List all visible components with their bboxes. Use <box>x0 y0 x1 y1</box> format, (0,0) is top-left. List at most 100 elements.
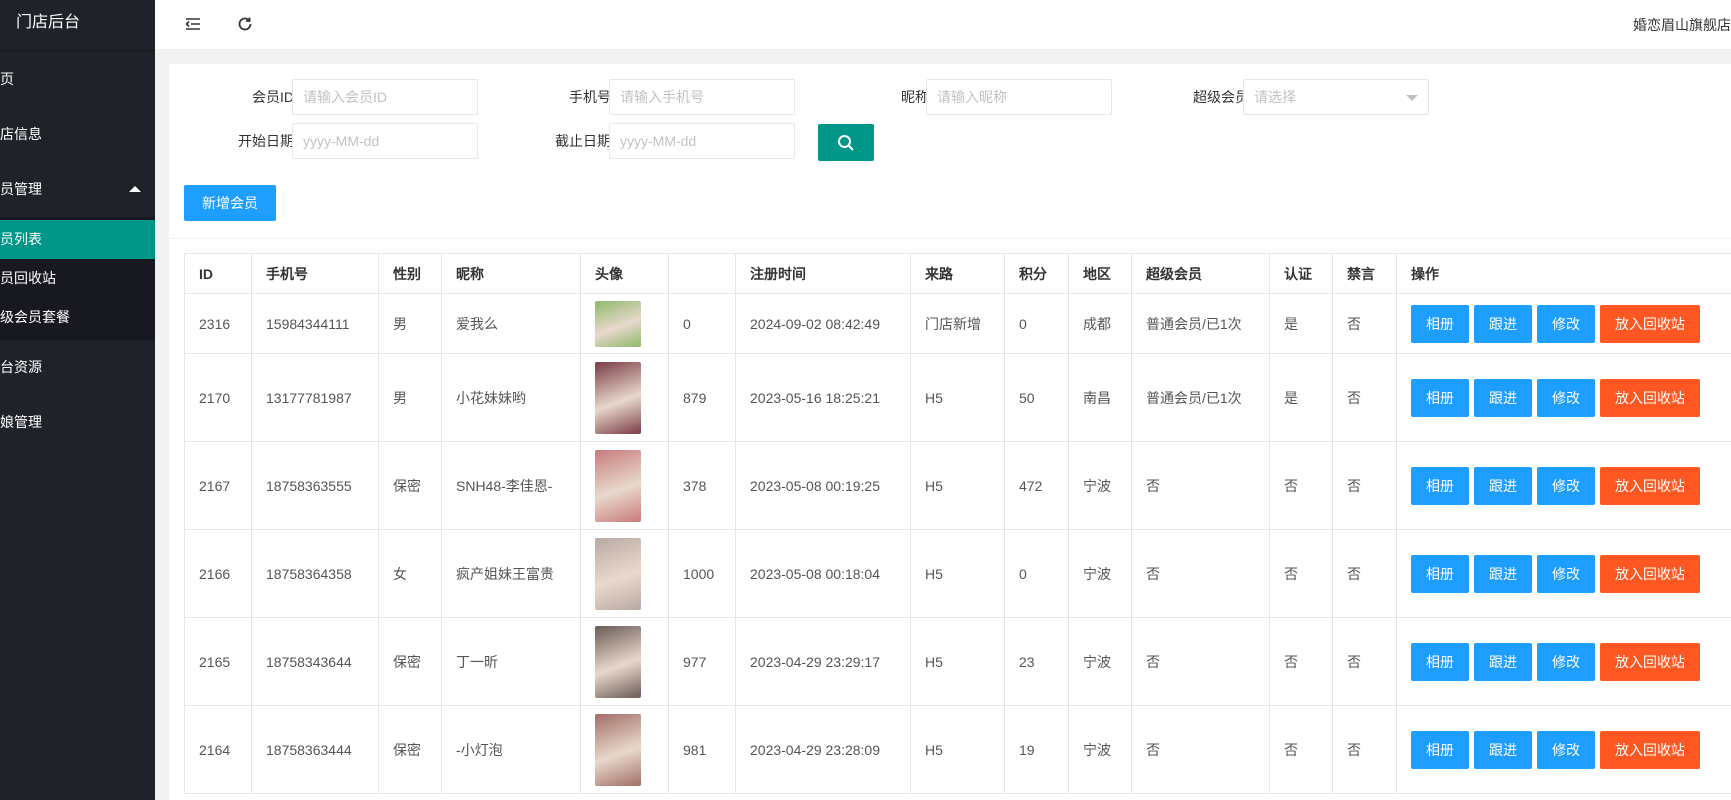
sidebar-item-member-management[interactable]: 员管理 <box>0 162 155 217</box>
move-to-recycle-button[interactable]: 放入回收站 <box>1600 554 1700 593</box>
cell-verified: 否 <box>1269 441 1333 530</box>
album-button[interactable]: 相册 <box>1411 378 1469 417</box>
avatar[interactable] <box>595 361 641 434</box>
sidebar-submenu: 员列表 员回收站 级会员套餐 <box>0 217 155 340</box>
sidebar-item-label: 店信息 <box>0 126 42 142</box>
end-date-input[interactable] <box>609 123 795 159</box>
sidebar-subitem-member-list[interactable]: 员列表 <box>0 220 155 259</box>
move-to-recycle-button[interactable]: 放入回收站 <box>1600 730 1700 769</box>
table-row: 2165 18758343644 保密 丁一昕 977 2023-04-29 23:29:… <box>184 617 1731 706</box>
edit-button[interactable]: 修改 <box>1537 378 1595 417</box>
caret-up-icon <box>129 186 141 192</box>
cell-source: H5 <box>910 617 1005 706</box>
shop-name[interactable]: 婚恋眉山旗舰店 <box>1633 15 1731 35</box>
col-header-number <box>668 253 736 294</box>
edit-button[interactable]: 修改 <box>1537 466 1595 505</box>
cell-source: H5 <box>910 441 1005 530</box>
cell-id: 2170 <box>184 353 252 442</box>
album-button[interactable]: 相册 <box>1411 466 1469 505</box>
sidebar-item-matchmaker-management[interactable]: 娘管理 <box>0 395 155 450</box>
cell-avatar <box>580 441 669 530</box>
vip-label: 超级会员 <box>1193 89 1249 105</box>
follow-up-button[interactable]: 跟进 <box>1474 554 1532 593</box>
album-button[interactable]: 相册 <box>1411 554 1469 593</box>
cell-phone: 18758363555 <box>251 441 379 530</box>
avatar[interactable] <box>595 449 641 522</box>
table-header-row: ID 手机号 性别 昵称 头像 注册时间 来路 积分 地区 超级会员 认证 禁言 操作 <box>184 253 1731 294</box>
col-header-points: 积分 <box>1004 253 1069 294</box>
cell-actions: 相册 跟进 修改 放入回收站 <box>1396 617 1731 706</box>
cell-avatar <box>580 293 669 354</box>
phone-input[interactable] <box>609 79 795 115</box>
refresh-icon[interactable] <box>235 15 255 35</box>
table-row: 2170 13177781987 男小花妹妹哟 879 2023-05-16 18:25… <box>184 353 1731 442</box>
col-header-actions: 操作 <box>1396 253 1731 294</box>
sidebar-item-home[interactable]: 页 <box>0 52 155 107</box>
cell-phone: 15984344111 <box>251 293 379 354</box>
cell-gender: 保密 <box>378 441 442 530</box>
cell-muted: 否 <box>1332 441 1397 530</box>
cell-number: 977 <box>668 617 736 706</box>
sidebar-item-label: 员管理 <box>0 181 42 197</box>
album-button[interactable]: 相册 <box>1411 730 1469 769</box>
member-id-input[interactable] <box>292 79 478 115</box>
cell-muted: 否 <box>1332 529 1397 618</box>
cell-register-time: 2023-04-29 23:29:17 <box>735 617 911 706</box>
end-date-label: 截止日期 <box>555 133 611 149</box>
move-to-recycle-button[interactable]: 放入回收站 <box>1600 466 1700 505</box>
move-to-recycle-button[interactable]: 放入回收站 <box>1600 304 1700 343</box>
cell-points: 472 <box>1004 441 1069 530</box>
sidebar-subitem-label: 员列表 <box>0 231 42 247</box>
sidebar-item-platform-resources[interactable]: 台资源 <box>0 340 155 395</box>
vip-select[interactable]: 请选择 <box>1243 79 1429 115</box>
nickname-input[interactable] <box>926 79 1112 115</box>
cell-vip: 普通会员/已1次 <box>1131 353 1270 442</box>
move-to-recycle-button[interactable]: 放入回收站 <box>1600 378 1700 417</box>
cell-nickname: 疯产姐妹王富贵 <box>441 529 581 618</box>
add-member-button[interactable]: 新增会员 <box>184 185 276 221</box>
cell-region: 宁波 <box>1068 705 1132 794</box>
sidebar-item-store-info[interactable]: 店信息 <box>0 107 155 162</box>
cell-gender: 保密 <box>378 617 442 706</box>
cell-actions: 相册 跟进 修改 放入回收站 <box>1396 353 1731 442</box>
edit-button[interactable]: 修改 <box>1537 730 1595 769</box>
cell-id: 2166 <box>184 529 252 618</box>
edit-button[interactable]: 修改 <box>1537 642 1595 681</box>
move-to-recycle-button[interactable]: 放入回收站 <box>1600 642 1700 681</box>
table-row: 2164 18758363444 保密 -小灯泡 981 2023-04-29 23:28… <box>184 705 1731 794</box>
cell-register-time: 2023-05-08 00:18:04 <box>735 529 911 618</box>
avatar[interactable] <box>595 300 641 347</box>
col-header-muted: 禁言 <box>1332 253 1397 294</box>
start-date-input[interactable] <box>292 123 478 159</box>
cell-phone: 18758364358 <box>251 529 379 618</box>
cell-avatar <box>580 617 669 706</box>
col-header-gender: 性别 <box>378 253 442 294</box>
cell-muted: 否 <box>1332 617 1397 706</box>
cell-register-time: 2023-04-29 23:28:09 <box>735 705 911 794</box>
cell-actions: 相册 跟进 修改 放入回收站 <box>1396 441 1731 530</box>
cell-source: 门店新增 <box>910 293 1005 354</box>
table-row: 2316 15984344111 男爱我么 0 2024-09-02 08:42:49 门… <box>184 293 1731 354</box>
cell-points: 50 <box>1004 353 1069 442</box>
follow-up-button[interactable]: 跟进 <box>1474 378 1532 417</box>
avatar[interactable] <box>595 537 641 610</box>
cell-id: 2164 <box>184 705 252 794</box>
avatar[interactable] <box>595 625 641 698</box>
album-button[interactable]: 相册 <box>1411 642 1469 681</box>
cell-avatar <box>580 529 669 618</box>
edit-button[interactable]: 修改 <box>1537 304 1595 343</box>
cell-vip: 否 <box>1131 529 1270 618</box>
sidebar-subitem-vip-packages[interactable]: 级会员套餐 <box>0 298 155 337</box>
sidebar-subitem-member-recycle[interactable]: 员回收站 <box>0 259 155 298</box>
avatar[interactable] <box>595 713 641 786</box>
sidebar: 门店后台 页 店信息 员管理 员列表 员回收站 级会员套餐 台资源 娘管理 <box>0 0 155 800</box>
follow-up-button[interactable]: 跟进 <box>1474 730 1532 769</box>
follow-up-button[interactable]: 跟进 <box>1474 304 1532 343</box>
edit-button[interactable]: 修改 <box>1537 554 1595 593</box>
album-button[interactable]: 相册 <box>1411 304 1469 343</box>
menu-collapse-icon[interactable] <box>183 15 203 35</box>
follow-up-button[interactable]: 跟进 <box>1474 466 1532 505</box>
cell-region: 成都 <box>1068 293 1132 354</box>
search-button[interactable] <box>818 124 874 161</box>
follow-up-button[interactable]: 跟进 <box>1474 642 1532 681</box>
